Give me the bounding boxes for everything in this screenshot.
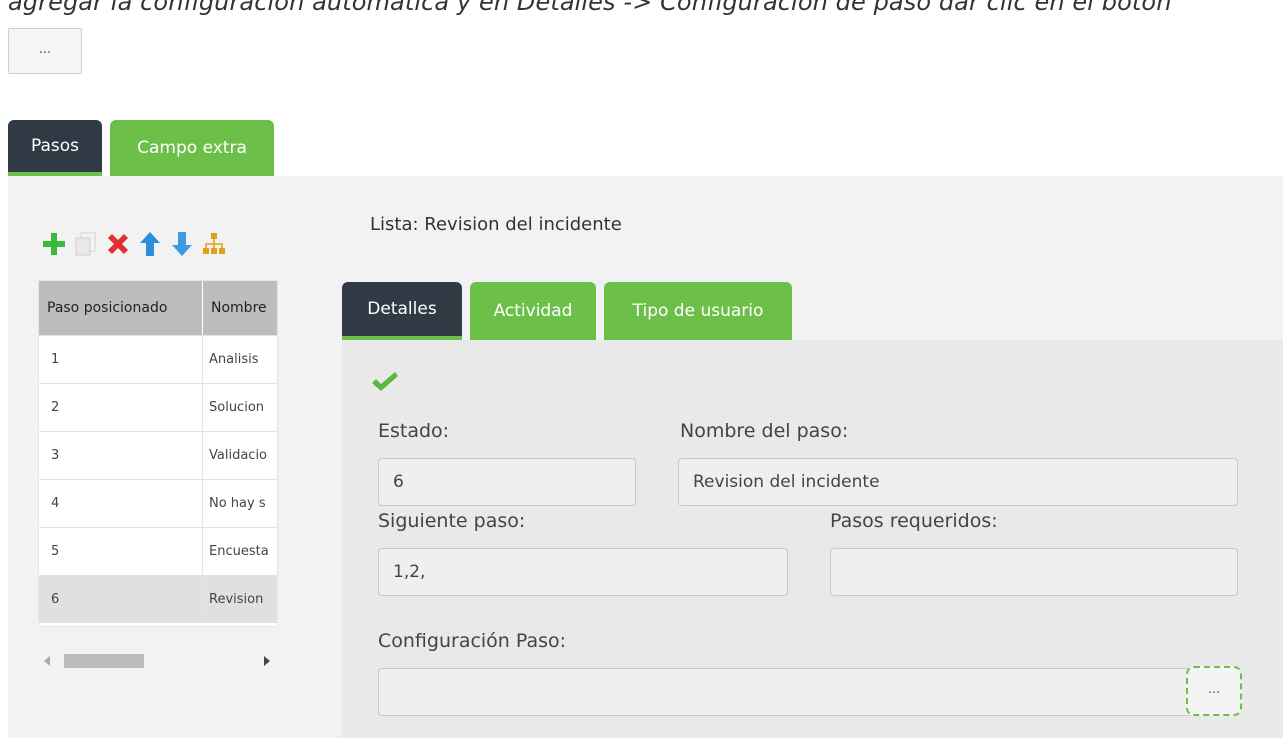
estado-field[interactable]: 6 (378, 458, 636, 506)
nombre-paso-field[interactable]: Revision del incidente (678, 458, 1238, 506)
add-icon[interactable] (38, 226, 70, 262)
cell-pos: 3 (39, 432, 203, 479)
table-row[interactable]: 1 Analisis (39, 335, 277, 383)
copy-icon[interactable] (70, 226, 102, 262)
ellipsis-button-example[interactable]: ... (8, 28, 82, 74)
table-row-selected[interactable]: 6 Revision (39, 575, 277, 623)
cell-pos: 5 (39, 528, 203, 575)
column-header-paso[interactable]: Paso posicionado (39, 281, 203, 335)
move-up-icon[interactable] (134, 226, 166, 262)
cell-pos: 6 (39, 576, 203, 623)
delete-icon[interactable] (102, 226, 134, 262)
table-row[interactable]: 5 Encuesta (39, 527, 277, 575)
instruction-text: agregar la configuración automática y en… (8, 0, 1172, 16)
cell-name: No hay s (203, 480, 277, 527)
table-row[interactable]: 3 Validacio (39, 431, 277, 479)
cell-name: Validacio (203, 432, 277, 479)
cell-name: Revision (203, 576, 277, 623)
tab-actividad[interactable]: Actividad (470, 282, 596, 340)
cell-pos: 1 (39, 336, 203, 383)
hierarchy-icon[interactable] (198, 226, 230, 262)
pasos-requeridos-label: Pasos requeridos: (830, 510, 998, 532)
save-check-icon[interactable] (370, 370, 400, 398)
steps-grid: Paso posicionado Nombre 1 Analisis 2 Sol… (38, 280, 278, 627)
main-panel: Paso posicionado Nombre 1 Analisis 2 Sol… (8, 176, 1283, 738)
estado-label: Estado: (378, 420, 450, 442)
nombre-paso-label: Nombre del paso: (680, 420, 849, 442)
grid-header: Paso posicionado Nombre (39, 281, 277, 335)
tab-campo-extra[interactable]: Campo extra (110, 120, 274, 176)
tab-pasos[interactable]: Pasos (8, 120, 102, 176)
cell-pos: 4 (39, 480, 203, 527)
pasos-requeridos-field[interactable] (830, 548, 1238, 596)
configuracion-paso-button[interactable]: ... (1186, 666, 1242, 716)
column-header-nombre[interactable]: Nombre (203, 281, 277, 335)
configuracion-paso-label: Configuración Paso: (378, 630, 567, 652)
scroll-left-arrow-icon[interactable] (44, 656, 50, 666)
steps-toolbar (38, 226, 230, 262)
cell-name: Encuesta (203, 528, 277, 575)
move-down-icon[interactable] (166, 226, 198, 262)
tab-detalles[interactable]: Detalles (342, 282, 462, 340)
list-title: Lista: Revision del incidente (370, 214, 622, 235)
tab-tipo-usuario[interactable]: Tipo de usuario (604, 282, 792, 340)
cell-name: Solucion (203, 384, 277, 431)
cell-name: Analisis (203, 336, 277, 383)
siguiente-paso-field[interactable]: 1,2, (378, 548, 788, 596)
details-panel: Estado: 6 Nombre del paso: Revision del … (342, 340, 1283, 738)
grid-horizontal-scrollbar[interactable] (38, 654, 278, 670)
scroll-thumb[interactable] (64, 654, 144, 668)
siguiente-paso-label: Siguiente paso: (378, 510, 526, 532)
configuracion-paso-field[interactable] (378, 668, 1238, 716)
table-row[interactable]: 4 No hay s (39, 479, 277, 527)
scroll-right-arrow-icon[interactable] (264, 656, 270, 666)
cell-pos: 2 (39, 384, 203, 431)
table-row[interactable]: 2 Solucion (39, 383, 277, 431)
